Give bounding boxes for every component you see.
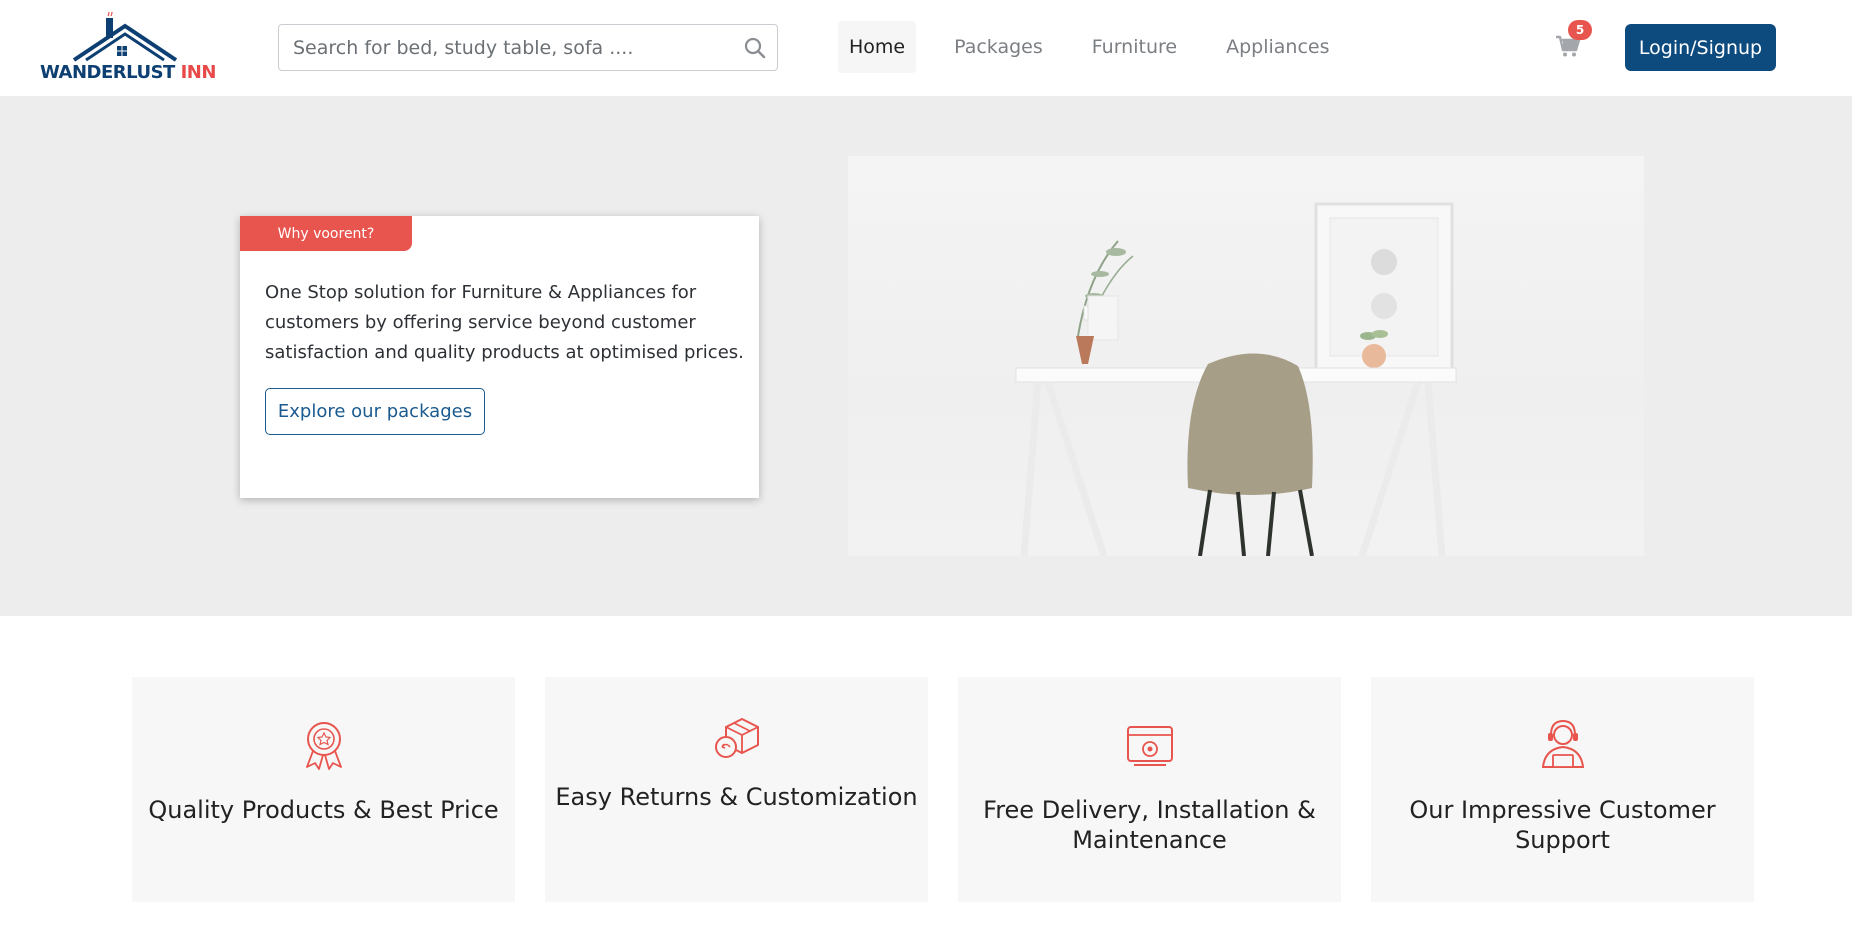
login-signup-button[interactable]: Login/Signup [1625,24,1776,71]
feature-title: Our Impressive Customer Support [1409,796,1716,854]
customer-support-icon [1541,719,1584,768]
search-input[interactable] [293,25,733,70]
brand-logo[interactable]: WANDERLUST INN [40,10,216,86]
features-section: Quality Products & Best Price Easy Retur… [132,677,1754,902]
feature-card: Quality Products & Best Price [132,677,515,902]
why-tag: Why voorent? [240,216,412,251]
feature-title: Quality Products & Best Price [148,796,499,824]
cart-count-badge: 5 [1568,20,1592,40]
nav-home[interactable]: Home [838,21,917,73]
nav-packages[interactable]: Packages [943,21,1054,73]
explore-packages-button[interactable]: Explore our packages [265,388,485,435]
why-card: Why voorent? One Stop solution for Furni… [240,216,759,498]
brand-name-part2: INN [180,62,217,83]
feature-card: Easy Returns & Customization [545,677,928,902]
search-box [278,24,778,71]
house-logo-icon [72,12,178,62]
feature-card: Free Delivery, Installation & Maintenanc… [958,677,1341,902]
feature-title: Easy Returns & Customization [555,783,918,811]
return-box-icon [714,718,759,758]
brand-name-part1: WANDERLUST [40,62,175,83]
main-nav: Home Packages Furniture Appliances [838,21,1367,73]
site-header: WANDERLUST INN Home Packages Furniture A… [0,0,1852,96]
delivery-installation-icon [1126,726,1173,766]
search-icon[interactable] [743,36,767,60]
feature-title: Free Delivery, Installation & Maintenanc… [983,796,1316,854]
award-ribbon-icon [305,722,342,770]
hero-description: One Stop solution for Furniture & Applia… [265,282,744,363]
desk-chair-illustration [1015,202,1457,556]
feature-card: Our Impressive Customer Support [1371,677,1754,902]
hero-image [848,156,1644,556]
nav-appliances[interactable]: Appliances [1215,21,1340,73]
brand-wordmark: WANDERLUST INN [40,62,216,83]
hero-section: Why voorent? One Stop solution for Furni… [0,96,1852,616]
nav-furniture[interactable]: Furniture [1081,21,1188,73]
